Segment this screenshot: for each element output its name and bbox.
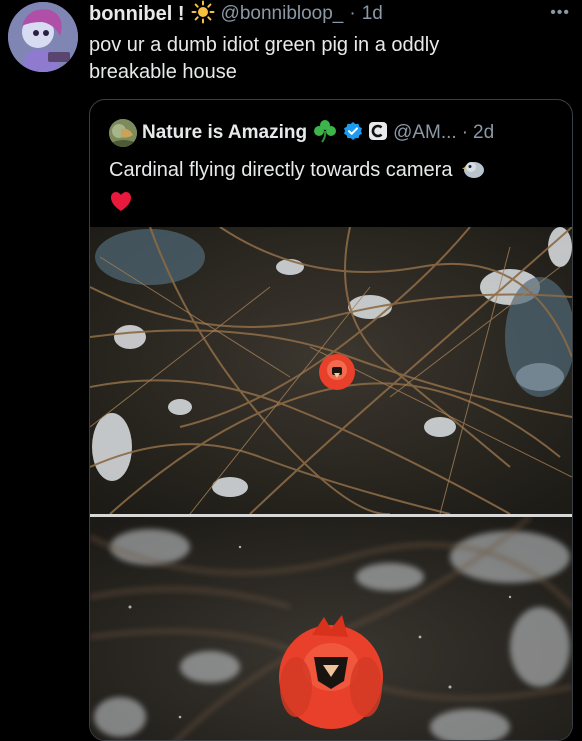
affiliate-badge-icon: [368, 121, 388, 146]
time-separator: ·: [349, 3, 356, 24]
author-display-name[interactable]: bonnibel !: [89, 3, 185, 26]
quoted-tweet-text: Cardinal flying directly towards camera: [109, 156, 549, 221]
shamrock-icon: [312, 119, 338, 148]
media-frame-bottom[interactable]: [90, 517, 572, 740]
tweet-header: bonnibel ! @bonnibloop_ · 1d: [89, 0, 509, 28]
author-avatar[interactable]: [8, 2, 78, 72]
bird-icon: [462, 158, 486, 189]
verified-badge-icon: [343, 121, 363, 146]
cardinal-photo-distant: [90, 227, 572, 514]
quoted-author-avatar[interactable]: [109, 119, 137, 147]
more-options-icon[interactable]: •••: [550, 4, 570, 22]
quoted-author-handle[interactable]: @AM...: [393, 122, 457, 144]
author-handle[interactable]: @bonnibloop_: [221, 3, 344, 25]
quoted-time-separator: ·: [461, 122, 469, 143]
quoted-tweet-card[interactable]: Nature is Amazing @AM... · 2d Cardinal f…: [89, 99, 573, 741]
sun-icon: [191, 0, 215, 29]
quoted-tweet-text-content: Cardinal flying directly towards camera: [109, 159, 453, 181]
quoted-author-display-name[interactable]: Nature is Amazing: [142, 122, 307, 144]
cardinal-photo-close: [90, 517, 572, 740]
tweet-timestamp[interactable]: 1d: [362, 3, 383, 25]
tweet-text: pov ur a dumb idiot green pig in a oddly…: [89, 34, 440, 83]
avatar-illustration: [8, 2, 78, 72]
quoted-tweet-timestamp[interactable]: 2d: [473, 122, 494, 144]
quoted-tweet-header: Nature is Amazing @AM... · 2d: [109, 119, 494, 147]
media-frame-top[interactable]: [90, 227, 572, 514]
red-heart-icon: [109, 190, 133, 221]
